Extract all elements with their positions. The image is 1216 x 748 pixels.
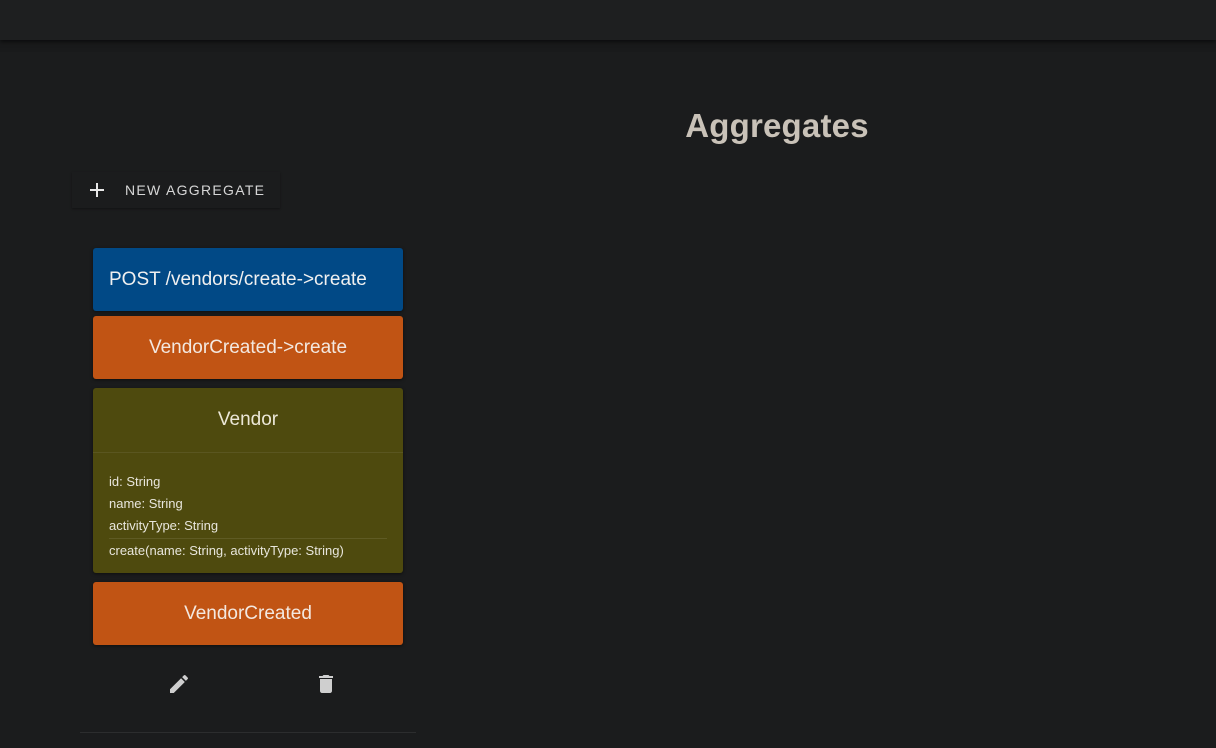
trash-icon	[319, 675, 333, 693]
endpoint-box[interactable]: POST /vendors/create->create	[93, 248, 403, 311]
command-event-box[interactable]: VendorCreated->create	[93, 316, 403, 379]
card-actions	[80, 672, 416, 696]
event-box[interactable]: VendorCreated	[93, 582, 403, 645]
delete-button[interactable]	[314, 672, 338, 696]
new-aggregate-button[interactable]: NEW AGGREGATE	[72, 172, 280, 208]
new-aggregate-label: NEW AGGREGATE	[125, 182, 266, 198]
aggregate-field: activityType: String	[109, 518, 219, 533]
pencil-icon	[170, 674, 189, 693]
aggregate-fields: id: String name: String activityType: St…	[93, 453, 403, 537]
edit-button[interactable]	[167, 672, 191, 696]
aggregate-method: create(name: String, activityType: Strin…	[109, 543, 344, 558]
plus-icon	[90, 183, 104, 197]
aggregate-box[interactable]: Vendor id: String name: String activityT…	[93, 388, 403, 573]
aggregate-name: Vendor	[93, 388, 403, 453]
aggregate-methods: create(name: String, activityType: Strin…	[109, 538, 387, 560]
aggregate-field: name: String	[109, 496, 183, 511]
aggregate-card: POST /vendors/create->create VendorCreat…	[80, 236, 416, 733]
page-title: Aggregates	[685, 107, 869, 144]
app-bar	[0, 0, 1216, 40]
aggregate-field: id: String	[109, 474, 161, 489]
